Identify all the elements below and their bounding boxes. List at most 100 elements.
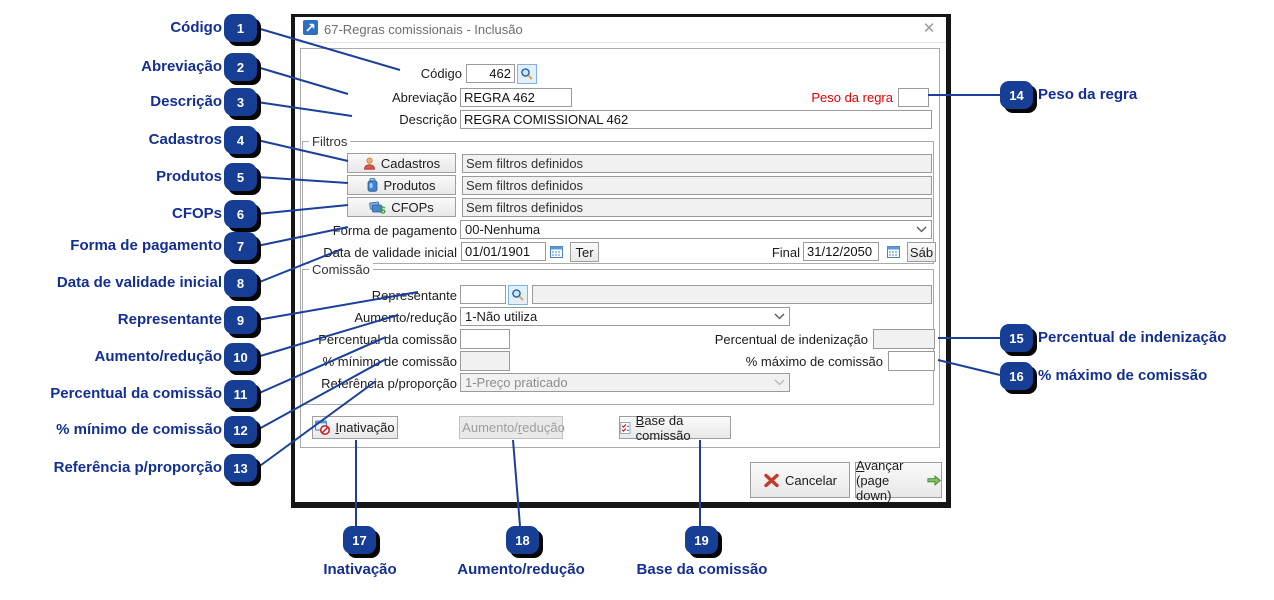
callout-label-10: Aumento/redução <box>94 348 222 365</box>
aumento-reducao-label: Aumento/redução <box>354 310 457 325</box>
callout-label-8: Data de validade inicial <box>56 274 222 291</box>
representante-name-field <box>532 285 932 304</box>
callout-label-3: Descrição <box>150 93 222 110</box>
svg-text:$: $ <box>380 205 386 214</box>
callout-badge-5: 5 <box>224 163 257 191</box>
callout-label-2: Abreviação <box>141 58 222 75</box>
peso-da-regra-input[interactable] <box>898 88 929 107</box>
callout-badge-2: 2 <box>224 53 257 81</box>
aumento-reducao-select[interactable]: 1-Não utiliza <box>460 307 790 326</box>
callout-label-18: Aumento/redução <box>457 561 585 578</box>
descricao-label: Descrição <box>399 112 457 127</box>
chevron-down-icon <box>774 379 785 386</box>
callout-label-15: Percentual de indenização <box>1038 329 1227 346</box>
abreviacao-label: Abreviação <box>391 90 457 105</box>
cfops-status-field: Sem filtros definidos <box>462 198 932 217</box>
callout-badge-1: 1 <box>224 14 257 42</box>
callout-label-6: CFOPs <box>171 205 222 222</box>
percentual-indenizacao-input <box>873 329 935 349</box>
inactivate-icon <box>315 420 331 435</box>
callout-badge-8: 8 <box>224 269 257 297</box>
data-final-calendar-button[interactable] <box>884 242 903 261</box>
codigo-lookup-button[interactable] <box>517 64 537 84</box>
close-icon[interactable]: ✕ <box>920 20 938 38</box>
calendar-icon <box>887 246 900 258</box>
forma-pagamento-label: Forma de pagamento <box>332 223 457 238</box>
data-final-label: Final <box>771 245 800 260</box>
aumento-reducao-button: Aumento/redução <box>459 416 565 439</box>
descricao-input[interactable] <box>460 110 932 129</box>
search-icon <box>521 68 533 80</box>
person-icon <box>363 157 375 170</box>
produtos-status-field: Sem filtros definidos <box>462 176 932 195</box>
callout-badge-14: 14 <box>1000 81 1033 109</box>
inativacao-button[interactable]: Inativação <box>312 416 398 439</box>
callout-badge-9: 9 <box>224 306 257 334</box>
callout-badge-12: 12 <box>224 416 257 444</box>
codigo-input[interactable] <box>466 64 515 83</box>
callout-label-14: Peso da regra <box>1038 86 1138 103</box>
calendar-icon <box>550 246 563 258</box>
codigo-label: Código <box>420 66 462 81</box>
cancel-icon <box>764 473 779 487</box>
callout-label-9: Representante <box>117 311 222 328</box>
data-final-input[interactable] <box>803 242 879 261</box>
checklist-icon <box>620 421 631 434</box>
advance-icon <box>927 474 941 486</box>
callout-label-19: Base da comissão <box>636 561 768 578</box>
percentual-indenizacao-label: Percentual de indenização <box>714 332 868 347</box>
filtros-group-label: Filtros <box>309 134 351 149</box>
cancelar-button[interactable]: Cancelar <box>750 462 850 498</box>
window-title: 67-Regras comissionais - Inclusão <box>324 22 523 37</box>
base-comissao-button[interactable]: Base da comissão <box>619 413 731 443</box>
forma-pagamento-select[interactable]: 00-Nenhuma <box>460 220 932 239</box>
comissao-group-label: Comissão <box>309 262 373 277</box>
callout-label-4: Cadastros <box>148 131 222 148</box>
peso-da-regra-label: Peso da regra <box>811 90 893 105</box>
cadastros-button[interactable]: Cadastros <box>347 153 456 173</box>
callout-label-11: Percentual da comissão <box>50 385 222 402</box>
search-icon <box>512 289 524 301</box>
callout-badge-11: 11 <box>224 380 257 408</box>
callout-badge-15: 15 <box>1000 324 1033 352</box>
callout-label-12: % mínimo de comissão <box>56 421 222 438</box>
callout-badge-4: 4 <box>224 126 257 154</box>
minimo-comissao-input <box>460 351 510 371</box>
percentual-comissao-input[interactable] <box>460 329 510 349</box>
data-final-weekday: Sáb <box>907 242 936 262</box>
representante-lookup-button[interactable] <box>508 285 528 305</box>
callout-label-1: Código <box>170 19 222 36</box>
percentual-comissao-label: Percentual da comissão <box>318 332 457 347</box>
chevron-down-icon <box>916 226 927 233</box>
callout-badge-17: 17 <box>343 526 376 554</box>
callout-badge-6: 6 <box>224 200 257 228</box>
maximo-comissao-input[interactable] <box>888 351 935 371</box>
callout-badge-19: 19 <box>685 526 718 554</box>
callout-badge-13: 13 <box>224 454 257 482</box>
cfop-icon: $ <box>369 201 386 214</box>
product-icon <box>368 178 378 192</box>
representante-code-input[interactable] <box>460 285 506 304</box>
dialog-content: Código Abreviação Peso da regra Descriçã… <box>295 43 946 503</box>
data-validade-label: Data de validade inicial <box>323 245 457 260</box>
callout-label-17: Inativação <box>323 561 397 578</box>
app-icon <box>303 19 318 40</box>
callout-badge-18: 18 <box>506 526 539 554</box>
callout-badge-16: 16 <box>1000 362 1033 390</box>
avancar-button[interactable]: Avançar (page down) <box>855 458 942 503</box>
callout-badge-10: 10 <box>224 343 257 371</box>
callout-label-5: Produtos <box>156 168 222 185</box>
callout-label-16: % máximo de comissão <box>1038 367 1208 384</box>
produtos-button[interactable]: Produtos <box>347 175 456 195</box>
data-validade-calendar-button[interactable] <box>547 242 566 261</box>
title-bar: 67-Regras comissionais - Inclusão ✕ <box>295 17 946 43</box>
abreviacao-input[interactable] <box>460 88 572 107</box>
dialog-regras-comissionais: 67-Regras comissionais - Inclusão ✕ Códi… <box>291 14 951 508</box>
representante-label: Representante <box>371 288 457 303</box>
data-validade-input[interactable] <box>461 242 546 261</box>
callout-badge-7: 7 <box>224 232 257 260</box>
referencia-label: Referência p/proporção <box>321 376 457 391</box>
cfops-button[interactable]: $ CFOPs <box>347 197 456 217</box>
chevron-down-icon <box>774 313 785 320</box>
callout-label-13: Referência p/proporção <box>53 459 222 476</box>
